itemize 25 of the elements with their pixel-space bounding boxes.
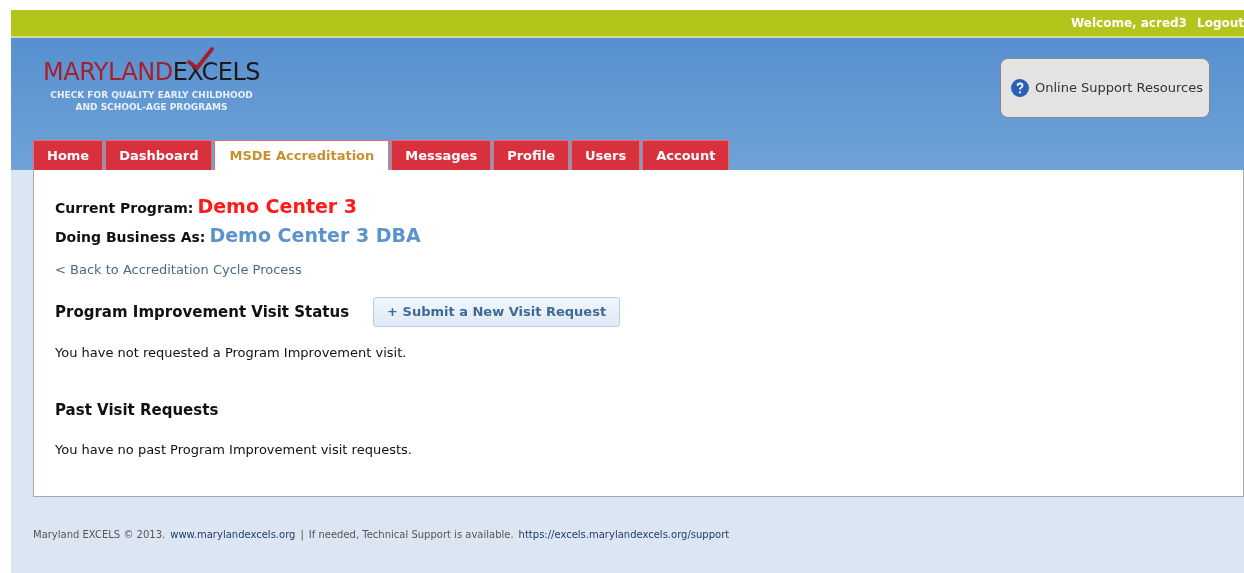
nav-tab[interactable]: Account — [642, 140, 730, 170]
nav-tab[interactable]: Messages — [391, 140, 492, 170]
section-heading: Program Improvement Visit Status — [55, 301, 350, 323]
footer-text: If needed, Technical Support is available. — [308, 528, 514, 542]
online-support-button[interactable]: Online Support Resources — [1000, 58, 1210, 118]
footer-link[interactable]: https://excels.marylandexcels.org/support — [518, 527, 730, 542]
submit-request-button[interactable]: + Submit a New Visit Request — [373, 297, 621, 327]
nav-tab[interactable]: MSDE Accreditation — [214, 140, 390, 170]
past-requests-message: You have no past Program Improvement visit requests. — [55, 440, 413, 459]
footer-text: | — [300, 528, 304, 542]
dba-name: Demo Center 3 DBA — [209, 222, 421, 248]
section-heading: Past Visit Requests — [55, 400, 220, 421]
nav-tab[interactable]: Dashboard — [105, 140, 213, 170]
current-program-name: Demo Center 3 — [197, 194, 358, 219]
help-icon — [1011, 79, 1029, 97]
dba-label: Doing Business As: — [55, 227, 206, 247]
welcome-text: Welcome, acred3 — [1070, 15, 1187, 32]
footer-link[interactable]: www.marylandexcels.org — [170, 527, 296, 542]
footer-text: Maryland EXCELS © 2013. — [33, 528, 166, 542]
nav-tab[interactable]: Profile — [493, 140, 569, 170]
current-program-label: Current Program: — [55, 199, 194, 218]
nav-tab[interactable]: Users — [570, 140, 641, 170]
back-link[interactable]: < Back to Accreditation Cycle Process — [55, 262, 302, 277]
status-message: You have not requested a Program Improvement visit. — [55, 343, 408, 362]
nav-tab[interactable]: Home — [33, 140, 104, 170]
